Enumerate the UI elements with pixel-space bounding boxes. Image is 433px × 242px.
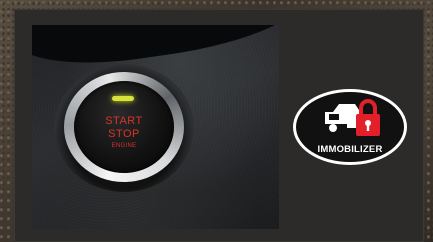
button-label-stop: STOP xyxy=(108,128,140,140)
car-with-padlock-icon xyxy=(325,99,380,136)
start-stop-engine-button xyxy=(74,81,174,173)
immobilizer-label: IMMOBILIZER xyxy=(317,144,383,155)
button-label-engine: ENGINE xyxy=(111,143,137,149)
indicator-led xyxy=(112,96,134,101)
button-label-start: START xyxy=(105,115,143,127)
